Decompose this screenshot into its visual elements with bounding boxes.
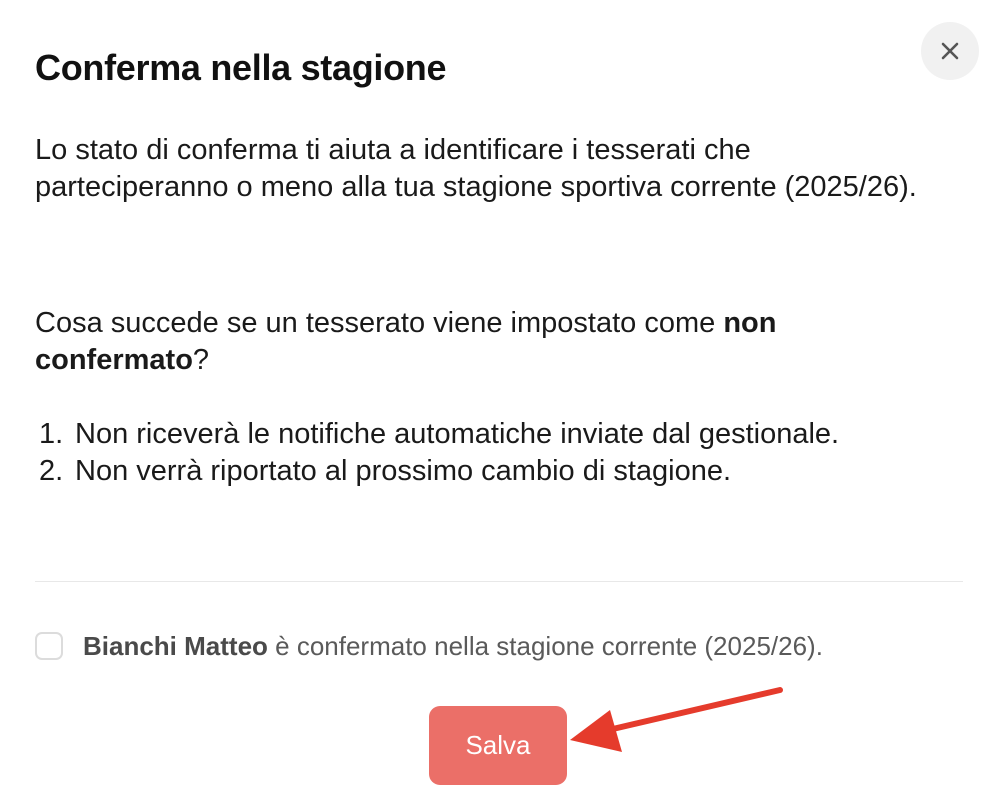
list-item: 2. Non verrà riportato al prossimo cambi… [35, 453, 895, 490]
question-prefix: Cosa succede se un tesserato viene impos… [35, 307, 724, 339]
list-item-number: 2. [39, 455, 64, 487]
question-suffix: ? [192, 344, 210, 376]
member-name: Bianchi Matteo [83, 630, 268, 661]
divider [35, 581, 963, 582]
confirmed-checkbox[interactable] [35, 632, 63, 660]
confirm-text: è confermato nella stagione corrente (20… [267, 630, 823, 661]
annotation-arrow [570, 687, 783, 752]
close-button[interactable] [921, 22, 979, 80]
list-item-text: Non verrà riportato al prossimo cambio d… [75, 455, 732, 487]
confirm-row: Bianchi Matteo è confermato nella stagio… [35, 626, 823, 666]
list-item-text: Non riceverà le notifiche automatiche in… [75, 418, 840, 450]
question-paragraph: Cosa succede se un tesserato viene impos… [35, 305, 935, 379]
confirmation-dialog: Conferma nella stagione Lo stato di conf… [0, 0, 998, 812]
intro-paragraph: Lo stato di conferma ti aiuta a identifi… [35, 134, 917, 203]
confirm-label[interactable]: Bianchi Matteo è confermato nella stagio… [83, 631, 823, 662]
consequences-list: 1. Non riceverà le notifiche automatiche… [35, 416, 895, 490]
list-item-number: 1. [39, 418, 64, 450]
list-item: 1. Non riceverà le notifiche automatiche… [35, 416, 895, 453]
dialog-title: Conferma nella stagione [35, 47, 447, 88]
close-icon [940, 41, 960, 61]
save-button[interactable]: Salva [429, 706, 567, 785]
